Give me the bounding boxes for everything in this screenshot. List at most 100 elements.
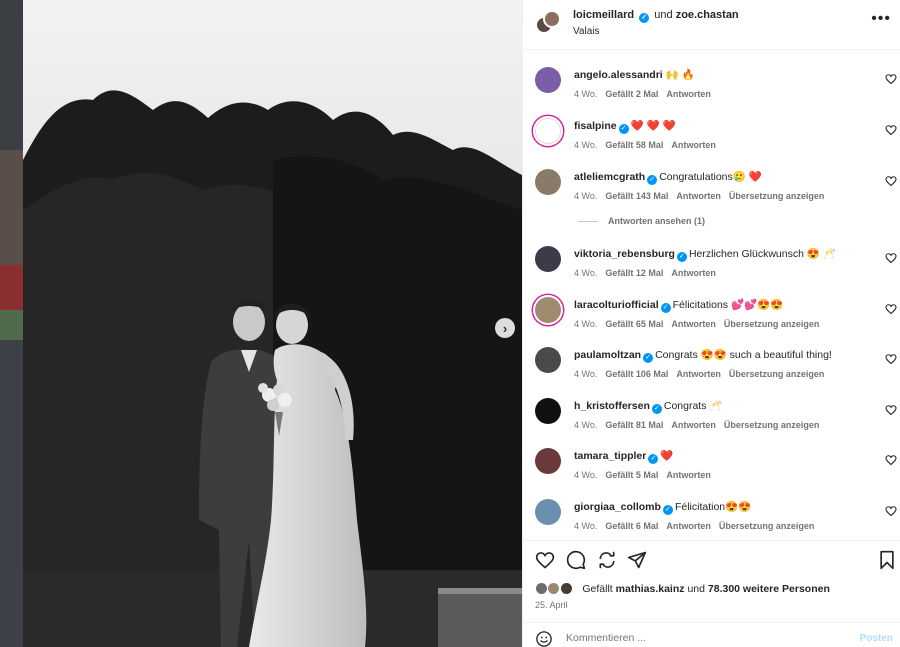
- comment-username[interactable]: fisalpine: [574, 120, 617, 132]
- reply-button[interactable]: Antworten: [666, 89, 711, 99]
- post-date[interactable]: 25. April: [535, 600, 568, 610]
- reply-button[interactable]: Antworten: [676, 369, 721, 379]
- comment-username[interactable]: h_kristoffersen: [574, 400, 650, 412]
- comment-like-heart-icon[interactable]: [885, 124, 897, 136]
- reply-button[interactable]: Antworten: [671, 319, 716, 329]
- save-bookmark-icon[interactable]: [877, 550, 897, 570]
- post-authors: loicmeillard ✓ und zoe.chastan: [573, 9, 739, 23]
- author-username[interactable]: loicmeillard: [573, 9, 634, 21]
- coauthor-username[interactable]: zoe.chastan: [676, 9, 739, 21]
- background-strip: [0, 0, 23, 647]
- comment-time: 4 Wo.: [574, 319, 598, 329]
- comment-likes[interactable]: Gefällt 58 Mal: [605, 140, 663, 150]
- repost-icon[interactable]: [597, 550, 617, 570]
- emoji-icon[interactable]: [535, 630, 553, 647]
- comment-username[interactable]: laracolturiofficial: [574, 299, 659, 311]
- translate-button[interactable]: Übersetzung anzeigen: [724, 319, 820, 329]
- comment-time: 4 Wo.: [574, 420, 598, 430]
- comment-username[interactable]: angelo.alessandri: [574, 69, 663, 81]
- author-avatars[interactable]: [535, 10, 561, 38]
- comment-meta: 4 Wo. Gefällt 65 Mal Antworten Übersetzung …: [574, 319, 827, 329]
- verified-badge-icon: ✓: [676, 252, 687, 262]
- post-photo[interactable]: [23, 0, 522, 647]
- avatar[interactable]: [535, 118, 561, 144]
- likes-others-button[interactable]: 78.300 weitere Personen: [708, 583, 830, 595]
- comment-meta: 4 Wo. Gefällt 6 Mal Antworten Übersetzung a…: [574, 521, 822, 531]
- wedding-photo-image: [23, 0, 522, 647]
- avatar[interactable]: [535, 297, 561, 323]
- comment-time: 4 Wo.: [574, 268, 598, 278]
- post-comment-button[interactable]: Posten: [860, 633, 893, 644]
- comment-like-heart-icon[interactable]: [885, 505, 897, 517]
- reply-button[interactable]: Antworten: [671, 268, 716, 278]
- comment-text-line: giorgiaa_collomb ✓ Félicitation😍😍: [574, 500, 751, 515]
- comment-likes[interactable]: Gefällt 2 Mal: [605, 89, 658, 99]
- reply-button[interactable]: Antworten: [671, 420, 716, 430]
- translate-button[interactable]: Übersetzung anzeigen: [729, 369, 825, 379]
- comment-likes[interactable]: Gefällt 12 Mal: [605, 268, 663, 278]
- comment-bubble-icon[interactable]: [566, 550, 586, 570]
- reply-button[interactable]: Antworten: [676, 191, 721, 201]
- liker-username[interactable]: mathias.kainz: [616, 583, 685, 595]
- more-options-icon[interactable]: •••: [871, 10, 891, 28]
- comment-username[interactable]: tamara_tippler: [574, 450, 646, 462]
- comment-item: viktoria_rebensburg ✓ Herzlichen Glückwuns…: [523, 241, 900, 289]
- avatar[interactable]: [535, 67, 561, 93]
- comment-text: ❤️: [660, 450, 674, 462]
- comment-meta: 4 Wo. Gefällt 12 Mal Antworten: [574, 268, 724, 278]
- verified-badge-icon: ✓: [643, 353, 654, 363]
- comment-like-heart-icon[interactable]: [885, 404, 897, 416]
- comment-username[interactable]: viktoria_rebensburg: [574, 248, 675, 260]
- comment-time: 4 Wo.: [574, 191, 598, 201]
- comment-likes[interactable]: Gefällt 106 Mal: [605, 369, 668, 379]
- comment-likes[interactable]: Gefällt 81 Mal: [605, 420, 663, 430]
- comment-like-heart-icon[interactable]: [885, 73, 897, 85]
- avatar[interactable]: [535, 398, 561, 424]
- comment-username[interactable]: giorgiaa_collomb: [574, 501, 661, 513]
- comment-input[interactable]: [566, 630, 846, 646]
- comment-item: giorgiaa_collomb ✓ Félicitation😍😍 4 Wo. Gefä…: [523, 494, 900, 542]
- next-image-button[interactable]: ›: [495, 318, 515, 338]
- reply-button[interactable]: Antworten: [666, 470, 711, 480]
- comment-likes[interactable]: Gefällt 5 Mal: [605, 470, 658, 480]
- like-heart-icon[interactable]: [535, 550, 555, 570]
- comment-like-heart-icon[interactable]: [885, 353, 897, 365]
- comment-likes[interactable]: Gefällt 6 Mal: [605, 521, 658, 531]
- post-location[interactable]: Valais: [573, 26, 600, 37]
- comment-likes[interactable]: Gefällt 143 Mal: [605, 191, 668, 201]
- avatar[interactable]: [535, 448, 561, 474]
- comment-like-heart-icon[interactable]: [885, 175, 897, 187]
- comment-text: ❤️ ❤️ ❤️: [630, 120, 676, 132]
- comment-username[interactable]: paulamoltzan: [574, 349, 641, 361]
- comment-text: Félicitations 💕💕😍😍: [672, 299, 784, 311]
- translate-button[interactable]: Übersetzung anzeigen: [729, 191, 825, 201]
- comment-text: Congrats 🥂: [663, 400, 723, 412]
- translate-button[interactable]: Übersetzung anzeigen: [724, 420, 820, 430]
- avatar[interactable]: [535, 499, 561, 525]
- comment-text: Herzlichen Glückwunsch 😍 🥂: [688, 248, 836, 260]
- comment-item: tamara_tippler ✓ ❤️ 4 Wo. Gefällt 5 Mal Antwo…: [523, 443, 900, 491]
- comment-like-heart-icon[interactable]: [885, 454, 897, 466]
- comment-likes[interactable]: Gefällt 65 Mal: [605, 319, 663, 329]
- comment-text-line: h_kristoffersen ✓ Congrats 🥂: [574, 399, 722, 414]
- avatar[interactable]: [535, 169, 561, 195]
- avatar[interactable]: [535, 246, 561, 272]
- translate-button[interactable]: Übersetzung anzeigen: [719, 521, 815, 531]
- avatar: [559, 582, 573, 596]
- comment-composer: Posten: [523, 622, 900, 647]
- comment-time: 4 Wo.: [574, 89, 598, 99]
- comment-time: 4 Wo.: [574, 470, 598, 480]
- verified-badge-icon: ✓: [660, 303, 671, 313]
- comment-like-heart-icon[interactable]: [885, 303, 897, 315]
- avatar[interactable]: [535, 347, 561, 373]
- comment-username[interactable]: atleliemcgrath: [574, 171, 645, 183]
- comment-text: Félicitation😍😍: [674, 501, 752, 513]
- comment-like-heart-icon[interactable]: [885, 252, 897, 264]
- likes-prefix: Gefällt: [582, 582, 613, 595]
- comment-text: Congratulations🥲 ❤️: [659, 171, 762, 183]
- reply-button[interactable]: Antworten: [666, 521, 711, 531]
- share-send-icon[interactable]: [627, 550, 647, 570]
- reply-button[interactable]: Antworten: [671, 140, 716, 150]
- comment-item: h_kristoffersen ✓ Congrats 🥂 4 Wo. Gefällt 8…: [523, 393, 900, 441]
- view-replies-button[interactable]: Antworten ansehen (1): [578, 216, 705, 226]
